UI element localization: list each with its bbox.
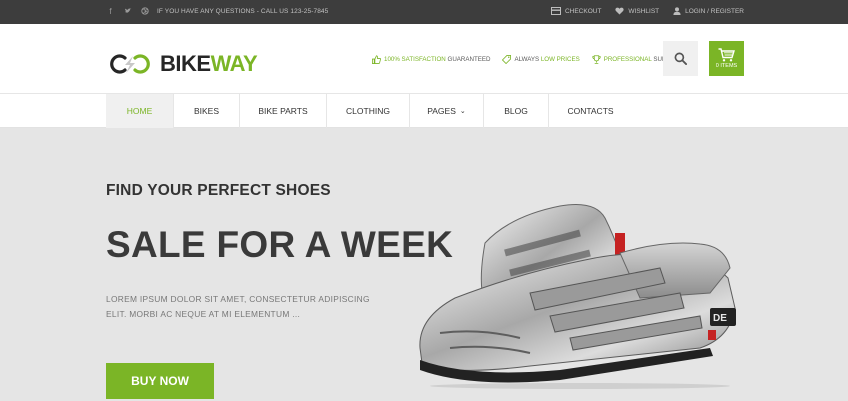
chevron-down-icon: ⌄ bbox=[459, 108, 466, 115]
feature-satisfaction-text: GUARANTEED bbox=[445, 56, 491, 63]
cart-button[interactable]: 0 ITEMS bbox=[709, 41, 744, 76]
hero-headline: SALE FOR A WEEK bbox=[106, 224, 454, 265]
nav-item-label: BIKES bbox=[193, 106, 220, 116]
checkout-link[interactable]: CHECKOUT bbox=[550, 7, 602, 15]
front-shoe: DE bbox=[419, 242, 736, 383]
hero-kicker: FIND YOUR PERFECT SHOES bbox=[106, 182, 331, 199]
logo[interactable]: BIKEWAY bbox=[108, 51, 258, 77]
search-button[interactable] bbox=[663, 41, 698, 76]
heart-icon bbox=[615, 7, 625, 15]
credit-card-icon bbox=[550, 7, 561, 15]
account-links: CHECKOUT WISHLIST LOGIN / REGISTER bbox=[550, 7, 744, 15]
feature-satisfaction-accent: 100% SATISFACTION bbox=[384, 56, 446, 63]
site-header: BIKEWAY 100% SATISFACTION GUARANTEED ALW… bbox=[0, 24, 848, 94]
nav-item-label: HOME bbox=[126, 106, 153, 116]
top-bar: f IF YOU HAVE ANY QUESTIONS - CALL US 12… bbox=[0, 0, 848, 24]
cart-count: 0 ITEMS bbox=[715, 63, 738, 69]
feature-prices: ALWAYS LOW PRICES bbox=[502, 55, 580, 64]
checkout-label: CHECKOUT bbox=[564, 7, 602, 15]
trophy-icon bbox=[592, 55, 601, 64]
social-links: f bbox=[106, 7, 149, 16]
thumbs-up-icon bbox=[372, 55, 381, 64]
nav-item-label: BIKE PARTS bbox=[258, 106, 308, 116]
nav-item-label: PAGES bbox=[427, 106, 456, 116]
login-label: LOGIN / REGISTER bbox=[685, 7, 744, 15]
search-icon bbox=[674, 52, 687, 65]
dribbble-icon[interactable] bbox=[140, 7, 149, 16]
wishlist-label: WISHLIST bbox=[628, 7, 660, 15]
facebook-icon[interactable]: f bbox=[106, 7, 115, 16]
feature-prices-accent: LOW PRICES bbox=[540, 56, 580, 63]
twitter-icon[interactable] bbox=[123, 7, 132, 16]
feature-support-accent: PROFESSIONAL bbox=[603, 56, 652, 63]
nav-item-bikes[interactable]: BIKES bbox=[174, 94, 240, 128]
feature-satisfaction: 100% SATISFACTION GUARANTEED bbox=[372, 55, 490, 64]
feature-prices-text: ALWAYS bbox=[514, 56, 541, 63]
buy-now-button[interactable]: BUY NOW bbox=[106, 363, 214, 399]
cycling-shoes-image: DE bbox=[419, 204, 736, 389]
shopping-cart-icon bbox=[718, 48, 735, 62]
nav-item-label: CLOTHING bbox=[346, 106, 390, 116]
wishlist-link[interactable]: WISHLIST bbox=[615, 7, 659, 15]
contact-text: IF YOU HAVE ANY QUESTIONS - CALL US 123-… bbox=[157, 8, 329, 15]
login-register-link[interactable]: LOGIN / REGISTER bbox=[673, 7, 744, 15]
nav-item-pages[interactable]: PAGES ⌄ bbox=[410, 94, 484, 128]
hero-slider: FIND YOUR PERFECT SHOES SALE FOR A WEEK … bbox=[0, 128, 848, 401]
bike-logo-icon bbox=[110, 54, 150, 74]
logo-text-accent: WAY bbox=[210, 51, 258, 76]
nav-item-home[interactable]: HOME bbox=[106, 94, 174, 128]
nav-item-blog[interactable]: BLOG bbox=[484, 94, 549, 128]
feature-list: 100% SATISFACTION GUARANTEED ALWAYS LOW … bbox=[372, 55, 683, 64]
shoe-brand-text: DE bbox=[713, 313, 727, 324]
logo-text-dark: BIKE bbox=[160, 51, 211, 76]
user-icon bbox=[673, 7, 681, 15]
hero-body-text: LOREM IPSUM DOLOR SIT AMET, CONSECTETUR … bbox=[106, 294, 370, 319]
logo-text: BIKEWAY bbox=[160, 51, 258, 77]
tag-icon bbox=[502, 55, 512, 64]
main-nav: HOME BIKES BIKE PARTS CLOTHING PAGES ⌄ BL… bbox=[0, 94, 848, 128]
nav-item-clothing[interactable]: CLOTHING bbox=[327, 94, 410, 128]
nav-item-contacts[interactable]: CONTACTS bbox=[549, 94, 632, 128]
nav-item-bike-parts[interactable]: BIKE PARTS bbox=[240, 94, 327, 128]
nav-item-label: BLOG bbox=[504, 106, 528, 116]
nav-item-label: CONTACTS bbox=[567, 106, 614, 116]
